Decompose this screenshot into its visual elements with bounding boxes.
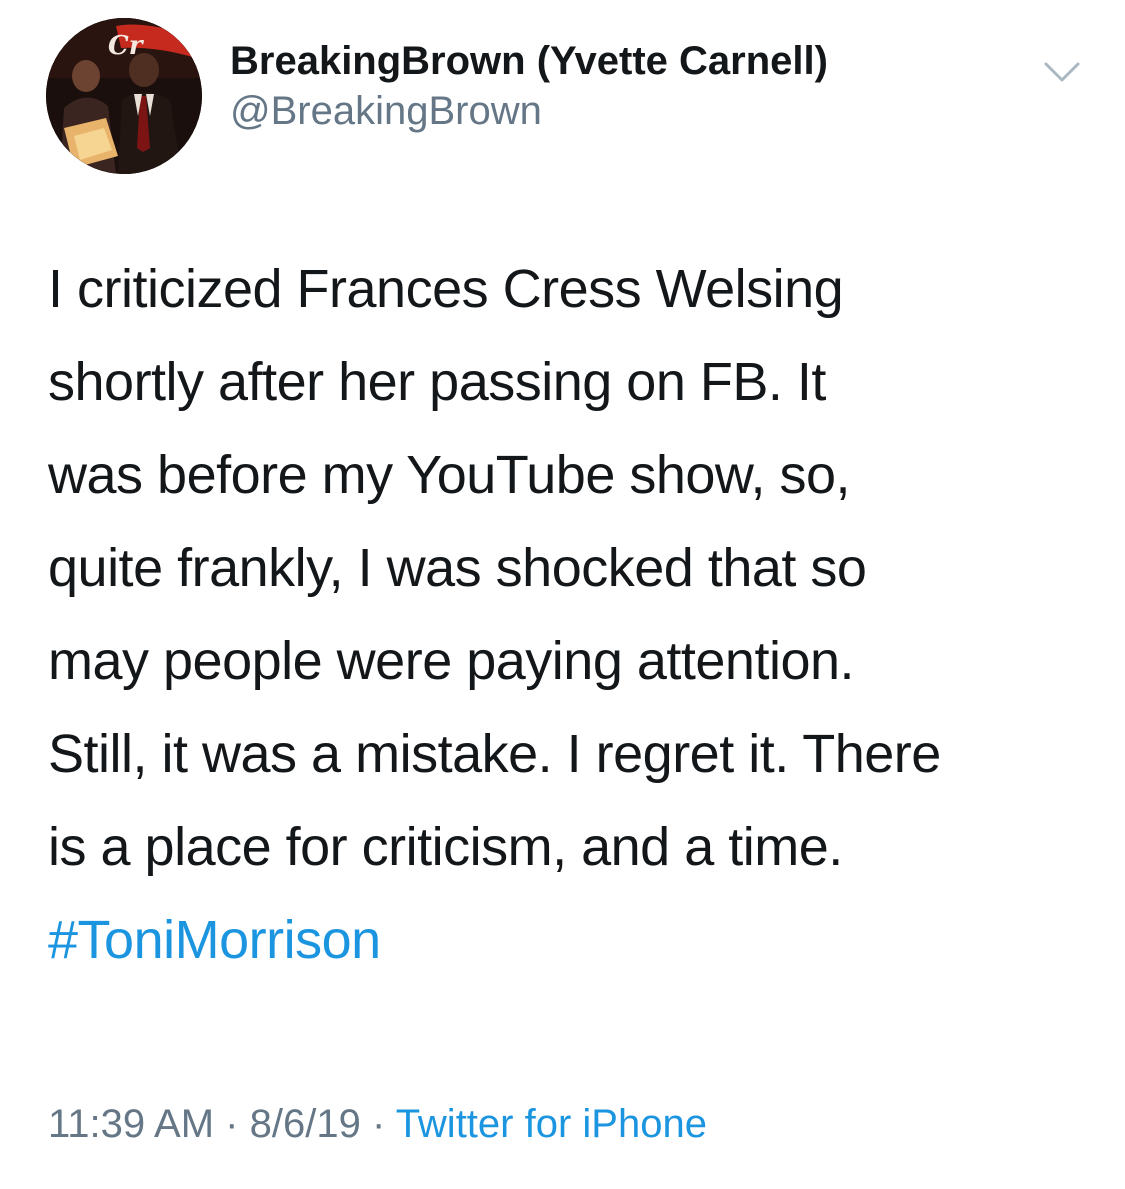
tweet-text-line: Still, it was a mistake. I regret it. Th…: [48, 724, 941, 784]
author-block[interactable]: BreakingBrown (Yvette Carnell) @Breaking…: [230, 36, 828, 136]
chevron-down-icon[interactable]: [1042, 58, 1082, 86]
tweet-text-line: I criticized Frances Cress Welsing: [48, 259, 844, 319]
separator: ·: [225, 1102, 239, 1146]
profile-photo-icon: Cr: [46, 18, 202, 174]
tweet-time[interactable]: 11:39 AM: [48, 1102, 214, 1146]
tweet-text-line: may people were paying attention.: [48, 631, 855, 691]
handle[interactable]: @BreakingBrown: [230, 86, 828, 136]
hashtag-link[interactable]: #ToniMorrison: [48, 894, 1098, 987]
tweet-text-line: shortly after her passing on FB. It: [48, 352, 826, 412]
tweet-text-line: was before my YouTube show, so,: [48, 445, 851, 505]
tweet-text-line: is a place for criticism, and a time.: [48, 817, 843, 877]
avatar[interactable]: Cr: [46, 18, 202, 174]
separator: ·: [371, 1102, 386, 1146]
tweet-date[interactable]: 8/6/19: [250, 1102, 361, 1146]
source-link[interactable]: Twitter for iPhone: [396, 1102, 707, 1146]
display-name[interactable]: BreakingBrown (Yvette Carnell): [230, 36, 828, 86]
tweet-text: I criticized Frances Cress Welsing short…: [48, 243, 1098, 987]
tweet-meta: 11:39 AM · 8/6/19 · Twitter for iPhone: [48, 1098, 707, 1150]
tweet-text-line: quite frankly, I was shocked that so: [48, 538, 867, 598]
tweet: Cr BreakingBrown (Yvette Carnell) @Break…: [0, 0, 1125, 1189]
